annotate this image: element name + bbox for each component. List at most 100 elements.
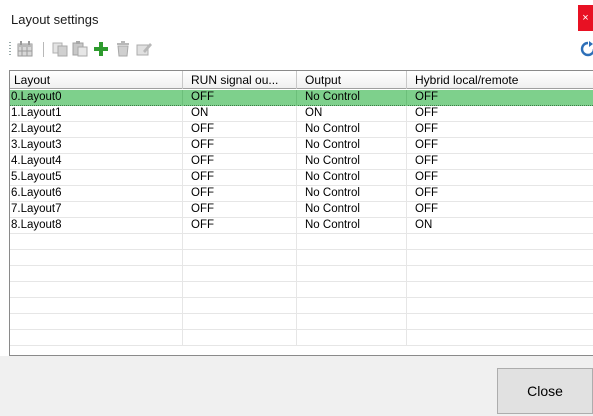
run-signal-cell: OFF (183, 122, 297, 138)
run-signal-cell: ON (183, 106, 297, 122)
empty-cell (183, 298, 297, 314)
empty-cell (297, 250, 407, 266)
empty-cell (407, 266, 593, 282)
layout-settings-window: Layout settings × Layout RUN signal ou..… (0, 0, 593, 416)
empty-cell (297, 298, 407, 314)
empty-cell (407, 282, 593, 298)
run-signal-cell: OFF (183, 170, 297, 186)
empty-row (10, 314, 593, 330)
layout-cell: 3.Layout3 (10, 138, 183, 154)
run-signal-cell: OFF (183, 202, 297, 218)
empty-cell (10, 314, 183, 330)
column-header-output[interactable]: Output (297, 71, 407, 89)
output-cell: No Control (297, 138, 407, 154)
run-signal-cell: OFF (183, 90, 297, 106)
empty-cell (183, 330, 297, 346)
dialog-footer: Close (0, 356, 593, 416)
column-header-hybrid[interactable]: Hybrid local/remote (407, 71, 593, 89)
output-cell: No Control (297, 154, 407, 170)
empty-cell (183, 282, 297, 298)
table-header: Layout RUN signal ou... Output Hybrid lo… (10, 71, 593, 89)
empty-cell (10, 282, 183, 298)
empty-cell (407, 250, 593, 266)
output-cell: No Control (297, 122, 407, 138)
window-title: Layout settings (11, 12, 99, 27)
paste-icon[interactable] (72, 41, 88, 57)
hybrid-cell: OFF (415, 203, 438, 215)
layout-cell: 5.Layout5 (10, 170, 183, 186)
empty-cell (10, 298, 183, 314)
column-header-run-signal[interactable]: RUN signal ou... (183, 71, 297, 89)
layout-table: Layout RUN signal ou... Output Hybrid lo… (9, 70, 593, 356)
run-signal-cell: OFF (183, 138, 297, 154)
hybrid-cell: ON (415, 219, 433, 231)
empty-cell (297, 314, 407, 330)
output-cell: No Control (297, 170, 407, 186)
empty-cell (297, 234, 407, 250)
copy-icon[interactable] (52, 41, 68, 57)
empty-cell (297, 266, 407, 282)
toolbar (0, 34, 593, 64)
table-row[interactable]: 3.Layout3 OFF No Control OFF (10, 138, 593, 154)
empty-row (10, 250, 593, 266)
layout-cell: 6.Layout6 (10, 186, 183, 202)
empty-cell (10, 330, 183, 346)
table-row[interactable]: 7.Layout7 OFF No Control OFF (10, 202, 593, 218)
hybrid-cell: OFF (415, 139, 438, 151)
empty-cell (297, 330, 407, 346)
layout-grid-icon[interactable] (17, 41, 33, 57)
hybrid-cell: OFF (415, 107, 438, 119)
hybrid-cell: OFF (415, 123, 438, 135)
table-row[interactable]: 2.Layout2 OFF No Control OFF (10, 122, 593, 138)
output-cell: No Control (297, 202, 407, 218)
hybrid-cell: OFF (415, 187, 438, 199)
layout-cell: 7.Layout7 (10, 202, 183, 218)
hybrid-cell: OFF (415, 171, 438, 183)
output-cell: No Control (297, 90, 407, 106)
empty-cell (183, 314, 297, 330)
window-close-button[interactable]: × (578, 5, 593, 31)
empty-row (10, 282, 593, 298)
output-cell: ON (297, 106, 407, 122)
table-row[interactable]: 6.Layout6 OFF No Control OFF (10, 186, 593, 202)
empty-cell (297, 282, 407, 298)
empty-row (10, 298, 593, 314)
hybrid-cell: OFF (415, 155, 438, 167)
toolbar-grip[interactable] (9, 42, 11, 56)
empty-cell (183, 234, 297, 250)
output-cell: No Control (297, 186, 407, 202)
empty-cell (10, 250, 183, 266)
run-signal-cell: OFF (183, 154, 297, 170)
empty-cell (407, 330, 593, 346)
empty-cell (407, 314, 593, 330)
empty-row (10, 234, 593, 250)
layout-cell: 4.Layout4 (10, 154, 183, 170)
layout-cell: 2.Layout2 (10, 122, 183, 138)
close-button[interactable]: Close (497, 368, 593, 414)
hybrid-cell: OFF (415, 91, 438, 103)
add-icon[interactable] (93, 41, 109, 57)
table-row[interactable]: 0.Layout0 OFF No Control OFF (10, 90, 593, 106)
delete-icon[interactable] (115, 41, 131, 57)
run-signal-cell: OFF (183, 218, 297, 234)
empty-cell (183, 266, 297, 282)
toolbar-separator (43, 42, 44, 57)
table-row[interactable]: 4.Layout4 OFF No Control OFF (10, 154, 593, 170)
edit-icon[interactable] (136, 41, 152, 57)
empty-cell (10, 234, 183, 250)
run-signal-cell: OFF (183, 186, 297, 202)
table-row[interactable]: 1.Layout1 ON ON OFF (10, 106, 593, 122)
layout-cell: 1.Layout1 (10, 106, 183, 122)
column-header-layout[interactable]: Layout (10, 71, 183, 89)
empty-cell (407, 298, 593, 314)
layout-cell: 0.Layout0 (10, 90, 183, 106)
refresh-icon[interactable] (580, 41, 593, 57)
empty-cell (10, 266, 183, 282)
empty-row (10, 330, 593, 346)
empty-row (10, 266, 593, 282)
empty-cell (183, 250, 297, 266)
table-row[interactable]: 5.Layout5 OFF No Control OFF (10, 170, 593, 186)
empty-cell (407, 234, 593, 250)
table-row[interactable]: 8.Layout8 OFF No Control ON (10, 218, 593, 234)
output-cell: No Control (297, 218, 407, 234)
